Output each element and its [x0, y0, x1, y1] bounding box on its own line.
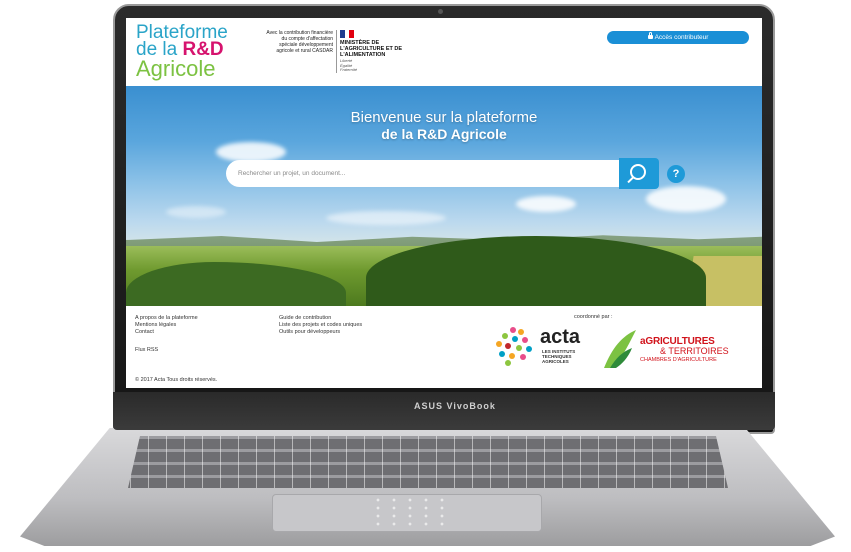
- acta-dots-icon: [496, 327, 538, 366]
- footer-link-projects[interactable]: Liste des projets et codes uniques: [279, 322, 362, 329]
- french-flag-icon: [340, 30, 355, 38]
- search-input[interactable]: [238, 160, 618, 187]
- agri-line3: CHAMBRES D'AGRICULTURE: [640, 357, 717, 363]
- agri-leaf-icon: [604, 330, 636, 368]
- footer-link-guide[interactable]: Guide de contribution: [279, 315, 362, 322]
- ministere-motto: Liberté Égalité Fraternité: [340, 58, 358, 72]
- casdar-contribution-text: Avec la contribution financière du compt…: [266, 30, 333, 54]
- search-icon: [630, 164, 646, 180]
- footer-link-legal[interactable]: Mentions légales: [135, 322, 198, 329]
- search-box: [226, 160, 622, 187]
- copyright-text: © 2017 Acta Tous droits réservés.: [135, 377, 218, 383]
- agri-line2: & TERRITOIRES: [660, 346, 729, 356]
- rss-link[interactable]: Flux RSS: [135, 347, 158, 354]
- contributor-access-button[interactable]: Accès contributeur: [607, 31, 749, 44]
- hero-title: Bienvenue sur la plateforme de la R&D Ag…: [126, 109, 762, 142]
- laptop-brand-logo: ASUS VivoBook: [414, 401, 496, 411]
- acta-logo[interactable]: acta LES INSTITUTS TECHNIQUES AGRICOLES: [496, 323, 608, 369]
- help-button[interactable]: ?: [667, 165, 685, 183]
- footer-link-dev-tools[interactable]: Outils pour développeurs: [279, 329, 362, 336]
- cloud: [216, 142, 286, 162]
- footer-links-col1: A propos de la plateforme Mentions légal…: [135, 315, 198, 336]
- acta-subtitle: LES INSTITUTS TECHNIQUES AGRICOLES: [542, 349, 575, 364]
- cloud: [646, 186, 726, 212]
- logo-line3: Agricole: [136, 56, 216, 81]
- footer-link-contact[interactable]: Contact: [135, 329, 198, 336]
- footer-links-col2: Guide de contribution Liste des projets …: [279, 315, 362, 336]
- cloud: [166, 206, 226, 218]
- touchpad-dots: [370, 496, 450, 528]
- laptop-keyboard: [128, 436, 728, 488]
- ministere-title: MINISTÈRE DE L'AGRICULTURE ET DE L'ALIME…: [340, 40, 403, 58]
- laptop-bezel-bottom: [113, 392, 775, 430]
- site-footer: A propos de la plateforme Mentions légal…: [126, 306, 762, 388]
- laptop-screen: Plateforme de la R&D Agricole Avec la co…: [126, 18, 762, 388]
- chambres-agriculture-logo[interactable]: aGRICULTURES & TERRITOIRES CHAMBRES D'AG…: [602, 328, 752, 370]
- hero-title-line1: Bienvenue sur la plateforme: [350, 109, 538, 126]
- cloud: [326, 211, 446, 225]
- ministere-logo: MINISTÈRE DE L'AGRICULTURE ET DE L'ALIME…: [336, 30, 414, 73]
- site-logo[interactable]: Plateforme de la R&D Agricole: [136, 23, 228, 81]
- cloud: [516, 196, 576, 212]
- coordinated-by-label: coordonné par :: [574, 314, 613, 320]
- hero-title-line2: de la R&D Agricole: [381, 126, 507, 142]
- footer-link-about[interactable]: A propos de la plateforme: [135, 315, 198, 322]
- rss-label: Flux RSS: [135, 347, 159, 353]
- contributor-access-label: Accès contributeur: [654, 34, 709, 41]
- site-header: Plateforme de la R&D Agricole Avec la co…: [126, 18, 762, 86]
- acta-name: acta: [540, 326, 581, 348]
- search-button[interactable]: [619, 158, 659, 189]
- acta-subtitle-line3: AGRICOLES: [542, 359, 569, 364]
- lock-icon: [647, 32, 653, 39]
- hero-banner: Bienvenue sur la plateforme de la R&D Ag…: [126, 86, 762, 306]
- webcam: [438, 9, 443, 14]
